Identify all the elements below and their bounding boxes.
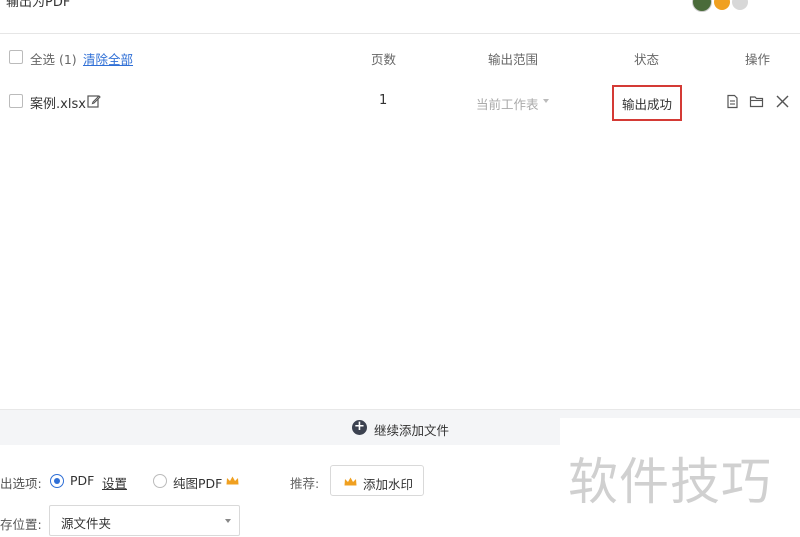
open-folder-icon[interactable] xyxy=(749,94,764,109)
pdf-radio[interactable] xyxy=(50,474,64,488)
clear-all-link[interactable]: 清除全部 xyxy=(83,49,133,68)
row-checkbox[interactable] xyxy=(9,94,23,108)
pdf-export-window: 输出为PDF 全选 (1) 清除全部 页数 输出范围 状态 操作 案例.xlsx… xyxy=(0,0,800,537)
column-header-status: 状态 xyxy=(634,52,660,67)
column-header-action: 操作 xyxy=(745,52,771,67)
user-avatar[interactable] xyxy=(692,0,712,12)
chevron-down-icon xyxy=(543,99,549,103)
status-badge: 输出成功 xyxy=(612,85,682,121)
save-location-select[interactable]: 源文件夹 xyxy=(49,505,240,536)
open-file-icon[interactable] xyxy=(725,94,740,109)
image-pdf-radio[interactable] xyxy=(153,474,167,488)
close-icon[interactable] xyxy=(775,94,790,109)
vip-badge-icon xyxy=(714,0,730,10)
add-watermark-button[interactable]: 添加水印 xyxy=(330,465,424,496)
member-badge-icon xyxy=(732,0,748,10)
column-header-pages: 页数 xyxy=(371,52,397,67)
file-name: 案例.xlsx xyxy=(30,97,86,112)
file-table-header: 全选 (1) 清除全部 页数 输出范围 状态 操作 xyxy=(0,34,800,80)
menu-icon[interactable] xyxy=(776,0,790,6)
edit-icon[interactable] xyxy=(87,94,101,108)
output-options-label: 出选项: xyxy=(0,476,42,491)
range-select[interactable]: 当前工作表 xyxy=(476,94,539,113)
continue-add-files-button[interactable]: + 继续添加文件 xyxy=(0,409,560,445)
recommend-label: 推荐: xyxy=(290,476,320,491)
window-title: 输出为PDF xyxy=(6,0,71,10)
crown-icon xyxy=(226,476,239,485)
status-text: 输出成功 xyxy=(621,96,672,112)
add-watermark-label: 添加水印 xyxy=(363,477,414,492)
column-header-range: 输出范围 xyxy=(488,52,539,67)
save-location-label: 存位置: xyxy=(0,517,42,532)
select-all-label[interactable]: 全选 (1) xyxy=(30,49,77,68)
account-area[interactable] xyxy=(692,0,748,12)
save-location-value: 源文件夹 xyxy=(61,516,112,531)
plus-circle-icon: + xyxy=(352,420,367,435)
crown-icon xyxy=(344,477,357,486)
title-bar: 输出为PDF xyxy=(0,0,800,34)
page-count: 1 xyxy=(379,93,388,108)
table-row: 案例.xlsx 1 当前工作表 输出成功 xyxy=(0,82,800,122)
pdf-radio-label[interactable]: PDF xyxy=(70,473,94,488)
continue-add-label: 继续添加文件 xyxy=(374,423,450,438)
chevron-down-icon xyxy=(225,519,231,523)
settings-link[interactable]: 设置 xyxy=(102,473,127,492)
image-pdf-label[interactable]: 纯图PDF xyxy=(173,473,222,492)
watermark-overlay: 软件技巧 xyxy=(560,418,800,537)
select-all-checkbox[interactable] xyxy=(9,50,23,64)
watermark-text: 软件技巧 xyxy=(568,453,772,511)
